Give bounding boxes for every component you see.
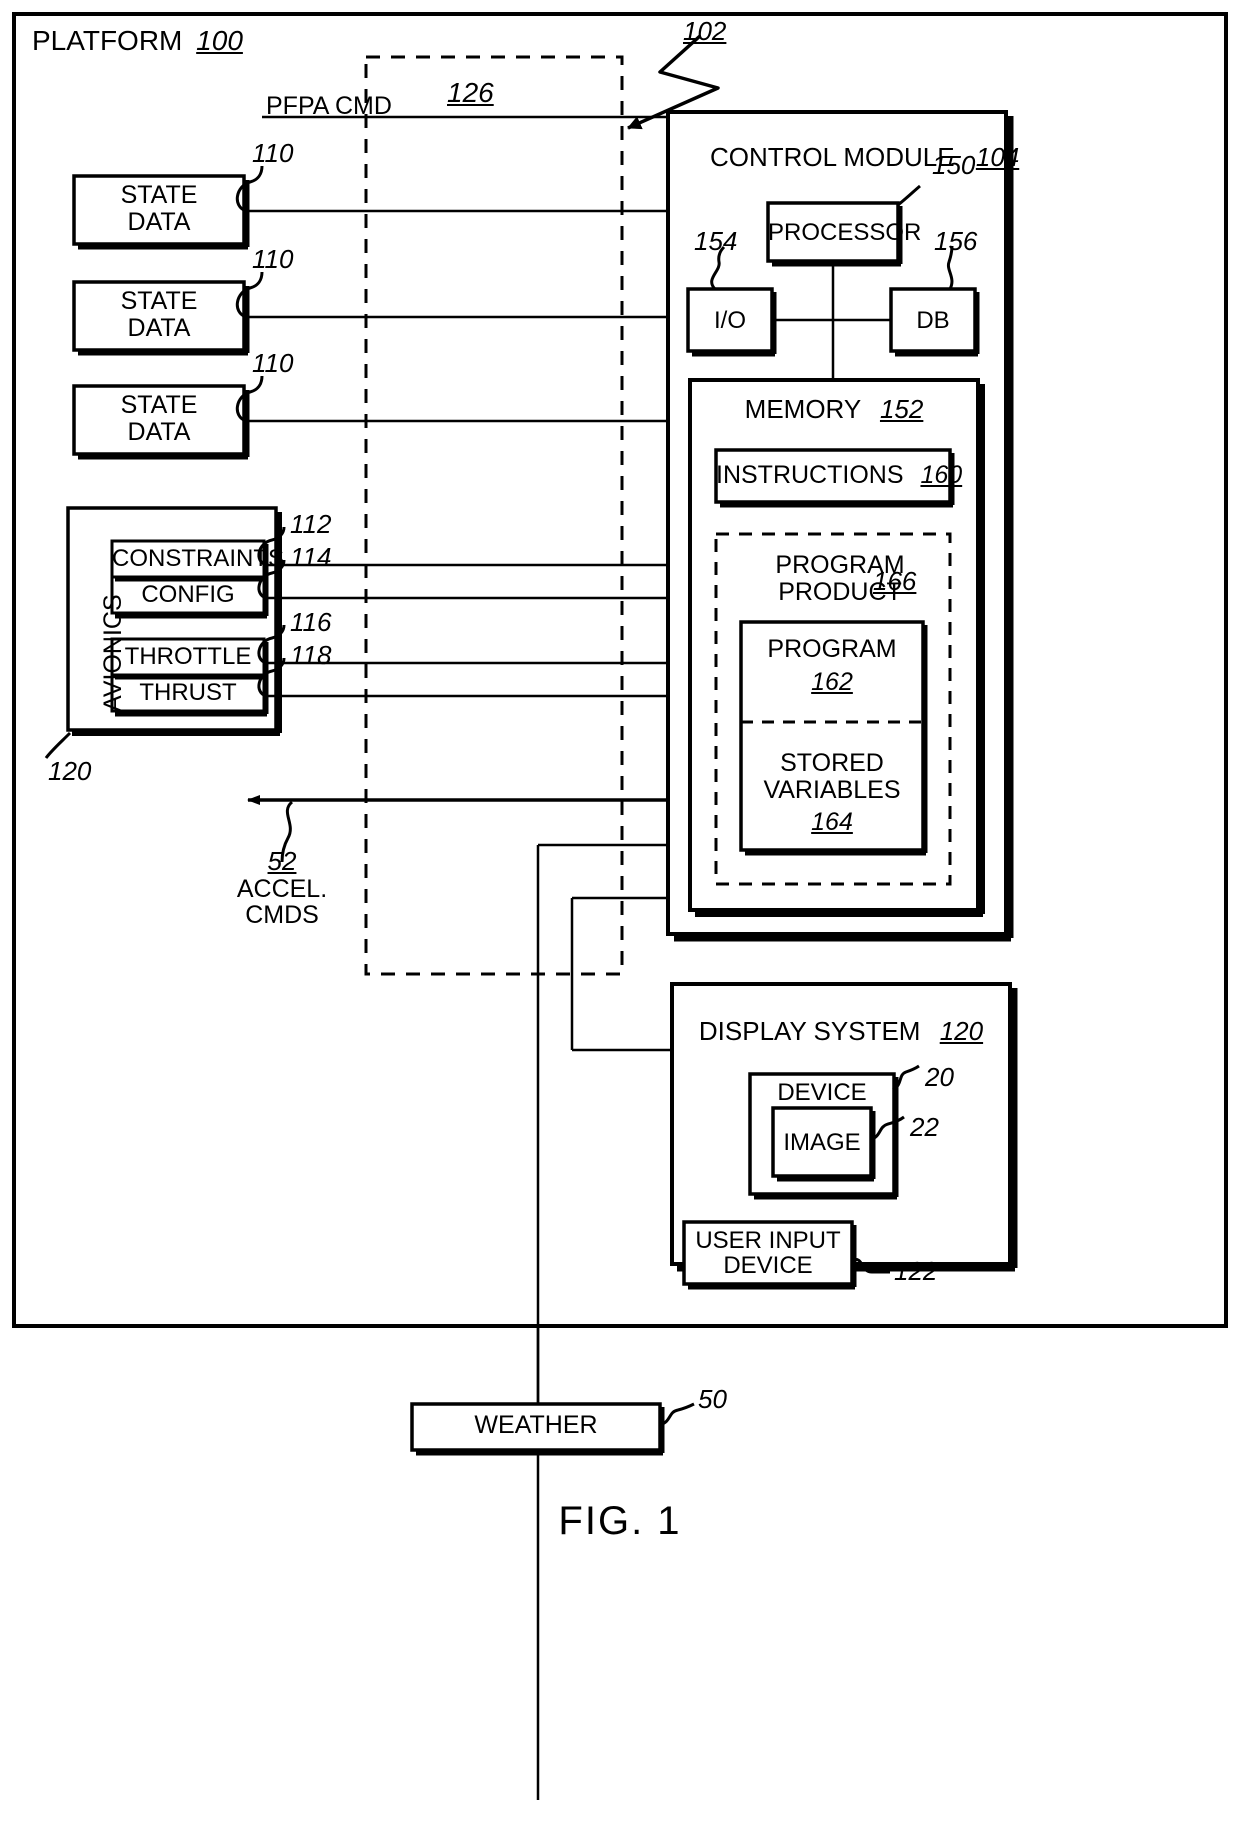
- config-label: CONFIG: [141, 581, 235, 608]
- leader-120-avionics: [44, 731, 72, 759]
- state-data-line1-1: STATE: [120, 181, 198, 209]
- user-input-device-label: USER INPUT DEVICE: [684, 1228, 852, 1279]
- user-input-line2: DEVICE: [723, 1252, 813, 1280]
- state-data-line2-2: DATA: [127, 313, 191, 342]
- ref-166: 166: [873, 566, 917, 596]
- stored-variables-line1: STORED: [780, 749, 884, 777]
- figure-caption: FIG. 1: [558, 1499, 682, 1543]
- ref-114: 114: [290, 542, 332, 572]
- ref-110-a: 110: [252, 138, 294, 168]
- state-data-label-3: STATE DATA: [74, 392, 244, 445]
- db-label: DB: [916, 307, 950, 334]
- ref-154: 154: [694, 226, 738, 256]
- user-input-line1: USER INPUT: [695, 1227, 841, 1254]
- platform-label: PLATFORM: [32, 25, 183, 56]
- ref-118: 118: [290, 640, 332, 670]
- ref-120-display: 120: [939, 1016, 984, 1046]
- io-label: I/O: [713, 307, 746, 334]
- state-data-line1-3: STATE: [120, 391, 198, 419]
- ref-152: 152: [879, 394, 924, 424]
- ref-112: 112: [290, 509, 332, 539]
- device-label: DEVICE: [777, 1079, 867, 1106]
- state-data-line2-1: DATA: [127, 207, 191, 236]
- state-data-line2-3: DATA: [127, 417, 191, 446]
- stored-variables-label: STORED VARIABLES 164: [741, 750, 923, 836]
- ref-50: 50: [698, 1384, 727, 1414]
- instructions-label: INSTRUCTIONS 160: [716, 461, 963, 489]
- ref-122: 122: [894, 1256, 938, 1286]
- display-system-title: DISPLAY SYSTEM 120: [698, 1016, 984, 1046]
- ref-22: 22: [910, 1112, 939, 1142]
- ref-20: 20: [925, 1062, 954, 1092]
- ref-110-c: 110: [252, 348, 294, 378]
- ref-162: 162: [811, 667, 853, 696]
- leader-50: [659, 1402, 695, 1427]
- ref-116: 116: [290, 607, 332, 637]
- ref-156: 156: [934, 226, 978, 256]
- diagram-canvas: [12, 12, 1228, 1800]
- ref-110-b: 110: [252, 244, 294, 274]
- ref-126: 126: [447, 77, 494, 108]
- platform-ref: 100: [196, 25, 243, 56]
- memory-title: MEMORY 152: [744, 394, 924, 424]
- throttle-label: THROTTLE: [124, 643, 252, 670]
- pfpa-cmd-label: PFPA CMD: [266, 92, 392, 120]
- accel-line2: CMDS: [245, 901, 319, 930]
- state-data-line1-2: STATE: [120, 287, 198, 315]
- weather-label: WEATHER: [474, 1411, 598, 1439]
- accel-line1: ACCEL.: [236, 874, 328, 903]
- ref-120-avionics: 120: [48, 756, 92, 786]
- dashed-region-126: [364, 55, 624, 976]
- ref-164: 164: [811, 808, 853, 836]
- processor-label: PROCESSOR: [768, 219, 922, 246]
- accel-cmds-label: 52 ACCEL. CMDS: [212, 846, 352, 930]
- state-data-label-2: STATE DATA: [74, 288, 244, 341]
- ref-160: 160: [920, 461, 963, 489]
- ref-102: 102: [683, 16, 727, 46]
- page-title: PLATFORM 100: [32, 26, 243, 56]
- patent-figure: PLATFORM 100 102 126 PFPA CMD STATE DATA…: [0, 0, 1240, 1827]
- ref-150: 150: [932, 150, 976, 180]
- ref-52: 52: [267, 846, 297, 876]
- stored-variables-line2: VARIABLES: [763, 775, 901, 804]
- constraints-label: CONSTRAINTS: [112, 545, 285, 572]
- ref-104: 104: [975, 142, 1020, 172]
- image-label: IMAGE: [783, 1129, 861, 1156]
- program-label: PROGRAM 162: [741, 636, 923, 695]
- thrust-label: THRUST: [139, 679, 237, 706]
- state-data-label-1: STATE DATA: [74, 182, 244, 235]
